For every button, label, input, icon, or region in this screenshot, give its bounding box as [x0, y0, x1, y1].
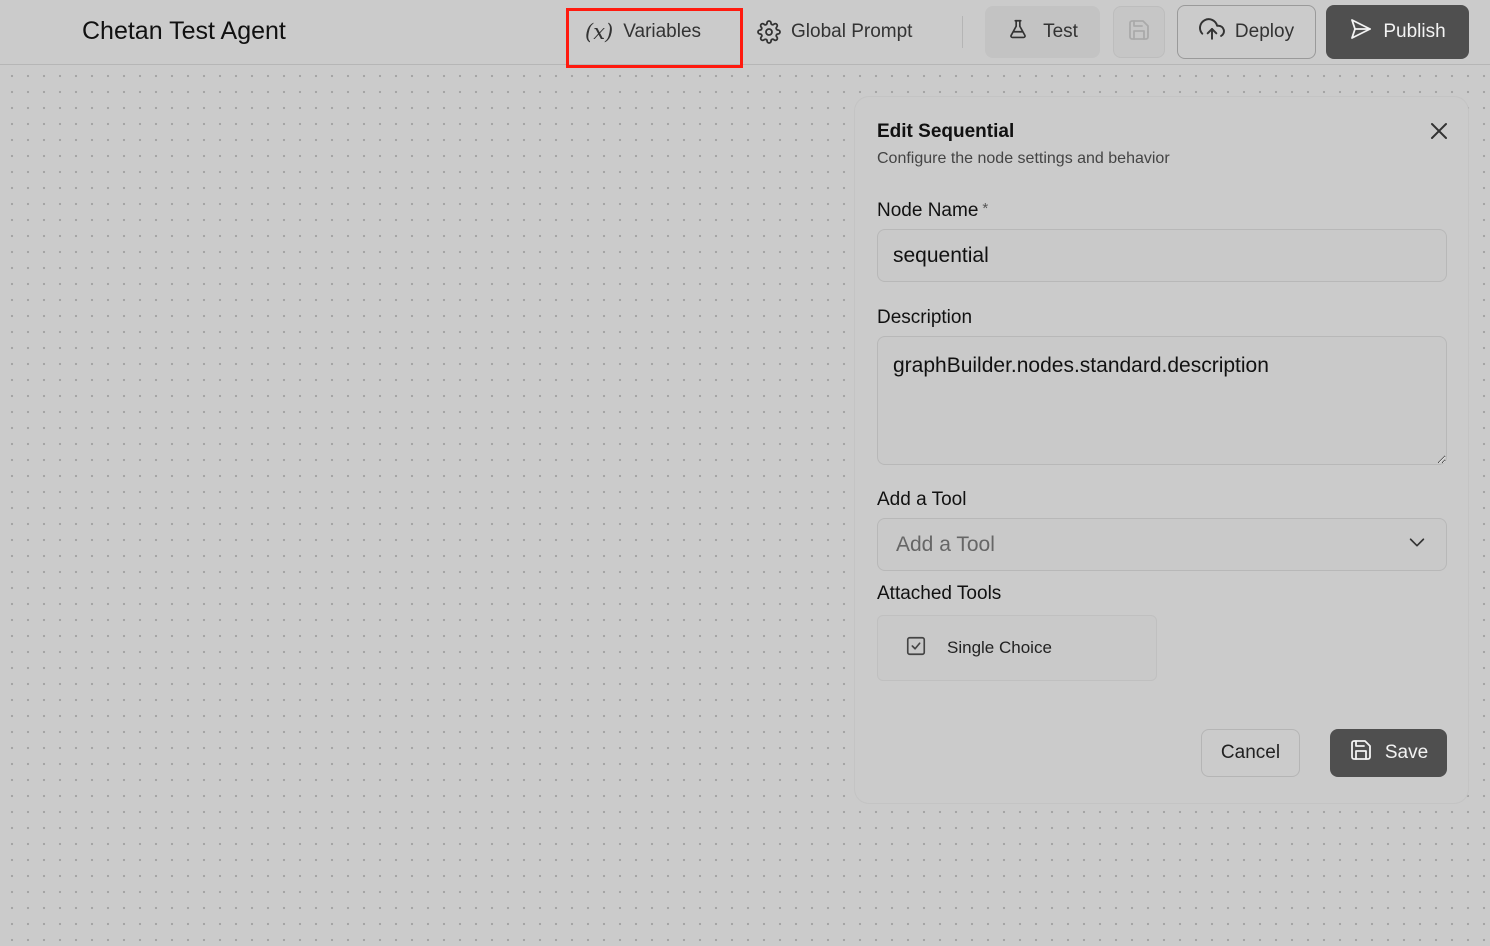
edit-node-panel: Edit Sequential Configure the node setti… [855, 97, 1468, 803]
test-label: Test [1043, 21, 1078, 42]
global-prompt-button[interactable]: Global Prompt [757, 5, 912, 59]
save-label: Save [1384, 742, 1429, 763]
add-tool-placeholder: Add a Tool [896, 532, 995, 556]
top-toolbar: Chetan Test Agent (x) Variables Global P… [0, 0, 1490, 68]
required-marker: * [982, 200, 989, 217]
toolbar-divider [962, 16, 963, 48]
close-icon[interactable] [1427, 119, 1451, 143]
send-icon [1349, 17, 1373, 47]
attached-tool-item[interactable]: Single Choice [877, 615, 1157, 681]
add-tool-label: Add a Tool [877, 489, 967, 510]
page-title: Chetan Test Agent [82, 17, 286, 45]
save-toolbar-button[interactable] [1113, 6, 1165, 58]
panel-subtitle: Configure the node settings and behavior [877, 150, 1170, 167]
floppy-disk-icon [1127, 18, 1151, 47]
description-label: Description [877, 307, 973, 328]
save-button[interactable]: Save [1330, 729, 1447, 777]
variables-button[interactable]: (x) Variables [585, 5, 701, 59]
function-x-icon: (x) [585, 20, 614, 44]
global-prompt-label: Global Prompt [791, 21, 913, 42]
chevron-down-icon [1406, 531, 1428, 559]
node-name-label-text: Node Name [877, 200, 979, 221]
attached-tool-name: Single Choice [947, 638, 1052, 657]
attached-tools-label: Attached Tools [877, 583, 1002, 604]
deploy-label: Deploy [1234, 21, 1295, 42]
checkbox-icon [905, 635, 927, 662]
node-name-input[interactable] [877, 229, 1447, 282]
variables-label: Variables [623, 21, 702, 42]
deploy-button[interactable]: Deploy [1177, 5, 1316, 59]
publish-button[interactable]: Publish [1326, 5, 1469, 59]
floppy-disk-icon [1349, 738, 1373, 768]
cancel-button[interactable]: Cancel [1201, 729, 1300, 777]
flask-icon [1007, 18, 1029, 46]
cloud-upload-icon [1199, 16, 1225, 48]
panel-title: Edit Sequential [877, 121, 1015, 142]
node-name-label: Node Name * [877, 200, 988, 222]
publish-label: Publish [1383, 21, 1446, 42]
test-button[interactable]: Test [985, 6, 1100, 58]
gear-icon [757, 20, 781, 44]
add-tool-select[interactable]: Add a Tool [877, 518, 1447, 571]
description-textarea[interactable]: graphBuilder.nodes.standard.description [877, 336, 1447, 465]
